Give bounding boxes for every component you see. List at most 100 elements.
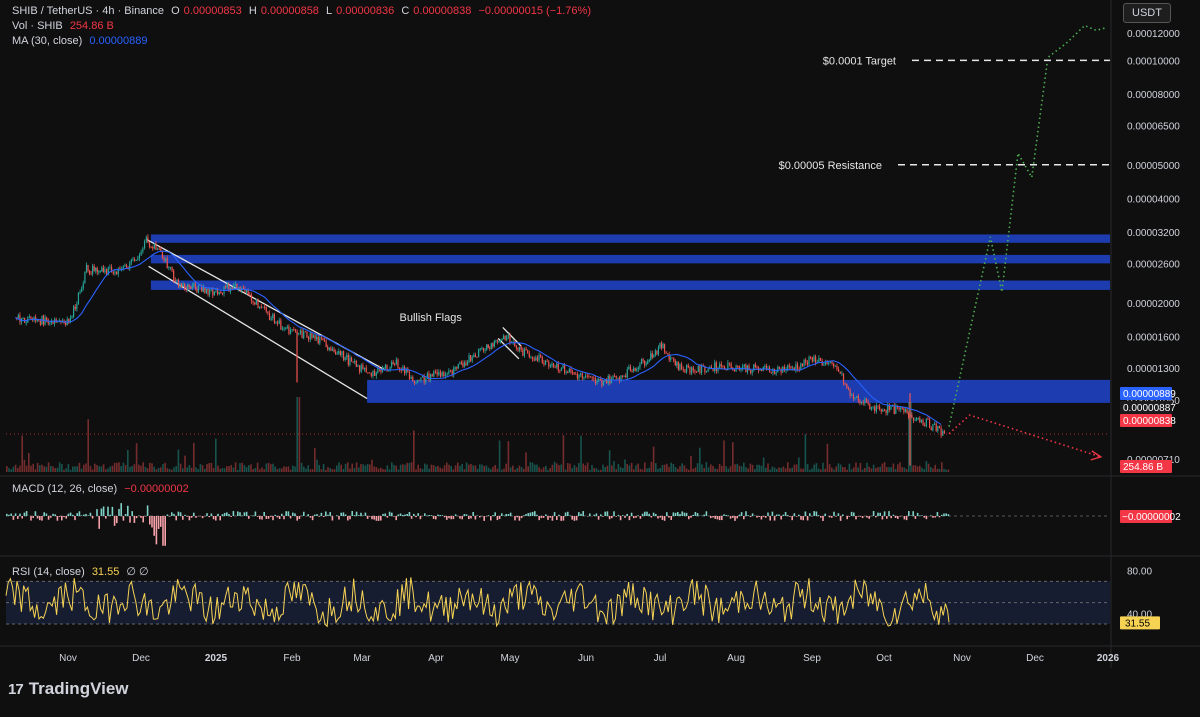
volume-bar [778,467,780,472]
candle-body [777,366,779,373]
candle-body [790,366,792,369]
volume-bar [45,466,48,472]
volume-bar [118,462,120,472]
volume-bar [34,469,37,472]
candle-body [682,369,684,371]
volume-bar [716,468,719,472]
volume-bar [795,464,798,472]
volume-bar [175,466,177,472]
volume-bar [142,462,144,472]
candle-body [155,243,157,250]
volume-bar [463,469,466,472]
volume-bar [855,462,857,472]
volume-bar [204,468,206,472]
macd-bar [424,513,426,516]
macd-bar [853,512,855,516]
candle-body [252,300,254,303]
candle-body [674,360,676,366]
candle-body [912,417,915,421]
candle-body [930,427,932,431]
macd-bar [789,516,791,517]
candle-body [112,272,114,274]
volume-bar [738,465,741,472]
candle-body [362,365,364,370]
candle-body [184,283,186,289]
macd-bar [595,513,598,516]
volume-bar [762,457,765,472]
currency-selector[interactable]: USDT [1123,3,1171,23]
macd-bar [738,514,741,516]
macd-bar [861,516,864,519]
candle-body [333,349,335,353]
volume-bar [377,468,380,472]
candle-body [448,370,450,374]
volume-bar [388,469,391,472]
macd-bar [485,516,488,517]
candle-body [772,368,774,373]
candle-body [765,365,768,368]
volume-bar [129,466,131,472]
time-tick-label: Aug [727,653,745,664]
candle-body [99,270,101,272]
candle-body [829,361,831,363]
macd-bar [50,516,52,518]
macd-bar [723,514,725,516]
candle-body [395,359,397,365]
candle-body [298,332,300,334]
volume-bar [133,464,136,472]
candle-body [640,359,643,365]
candle-body [877,405,879,407]
macd-bar [749,516,752,518]
volume-bar [793,464,796,472]
macd-bar [404,514,406,516]
volume-bar [613,461,615,472]
macd-bar [263,511,265,516]
candle-body [339,351,341,355]
macd-bar [294,513,296,516]
tradingview-logo[interactable]: 17 TradingView [8,679,129,699]
time-tick-label: Jun [578,653,594,664]
candle-body [546,361,548,362]
candle-body [101,267,103,271]
macd-bar [179,512,182,516]
macd-bar [487,515,490,516]
macd-bar [256,516,259,517]
volume-bar [699,447,701,472]
volume-bar [545,465,547,472]
macd-bar [261,516,263,520]
macd-bar [215,516,217,521]
candle-body [193,283,195,286]
macd-bar [190,516,193,518]
macd-bar [91,516,94,519]
macd-bar [694,511,697,516]
volume-bar [927,463,930,472]
macd-bar [868,516,870,519]
volume-bar [912,465,914,472]
volume-bar [850,469,853,472]
macd-bar [773,516,776,521]
candle-body [684,369,686,373]
candle-body [515,346,517,348]
macd-bar [230,516,232,517]
macd-bar [118,508,120,516]
volume-bar [945,469,947,472]
candle-body [648,359,650,362]
volume-value: 254.86 B [69,20,114,32]
candle-body [22,317,24,319]
macd-bar [716,516,719,520]
macd-bar [890,516,892,519]
candle-body [415,382,417,384]
candle-body [260,306,262,308]
macd-bar [129,516,131,523]
volume-bar [525,452,527,472]
volume-bar [553,461,556,472]
macd-bar [562,516,565,521]
price-tick-label: 0.00012000 [1127,29,1180,40]
trading-chart[interactable]: $0.0001 Target $0.00005 Resistance Bullish… [0,0,1200,668]
volume-bar [166,468,169,472]
macd-bar [408,511,411,516]
volume-bar [696,463,699,472]
candle-body [865,399,868,402]
candle-body [17,315,19,318]
macd-bar [454,514,457,516]
